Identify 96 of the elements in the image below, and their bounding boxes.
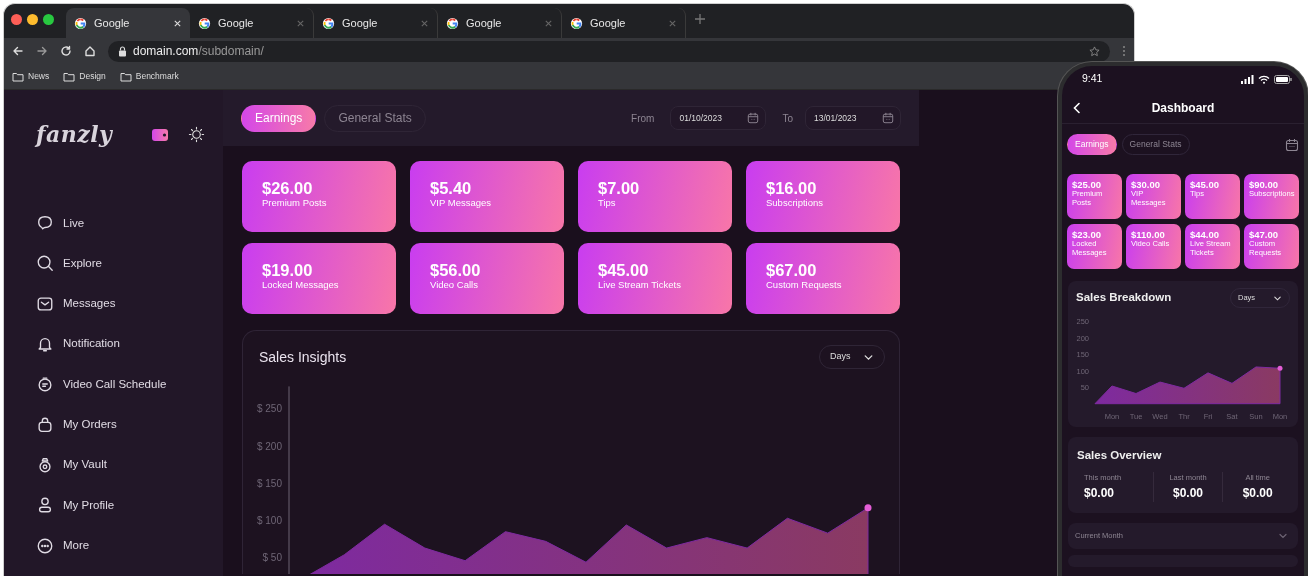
- screen-title: Dashboard: [1150, 99, 1216, 117]
- stat-value: $0.00: [1172, 484, 1204, 502]
- amount: $26.00: [262, 179, 314, 198]
- browser-tab[interactable]: Google: [66, 8, 190, 38]
- back-chevron-icon[interactable]: [1072, 101, 1082, 114]
- signal-icon: [1241, 74, 1254, 84]
- axis-label: $ 200: [256, 440, 282, 452]
- nav-link[interactable]: Live: [63, 214, 85, 232]
- card-label: Video Calls: [430, 279, 479, 292]
- plus-icon[interactable]: [694, 12, 706, 25]
- back-arrow-icon[interactable]: [12, 45, 24, 57]
- search-icon: [36, 254, 54, 273]
- colored-ring-icon: [74, 16, 87, 30]
- nav-link[interactable]: My Vault: [63, 456, 107, 474]
- wifi-icon: [1258, 74, 1270, 84]
- data-point: [1277, 365, 1283, 371]
- amount: $56.00: [430, 261, 482, 280]
- amount: $23.00: [1072, 229, 1103, 241]
- envelope-icon: [36, 294, 54, 313]
- bell-icon: [36, 335, 54, 354]
- axis-label: $ 100: [256, 515, 282, 526]
- card-label: Custom Requests: [766, 279, 843, 292]
- amount: $19.00: [262, 261, 314, 280]
- amount: $67.00: [766, 261, 818, 280]
- logo-text[interactable]: fanzly: [36, 117, 113, 151]
- colored-ring-icon: [322, 16, 335, 30]
- field-label: To: [782, 111, 793, 126]
- kebab-menu-icon[interactable]: [1122, 45, 1126, 57]
- bookmark-link[interactable]: Design: [79, 70, 106, 83]
- amount: $16.00: [766, 179, 818, 198]
- folder-icon: [119, 71, 132, 82]
- stat-value: $0.00: [1241, 484, 1274, 502]
- amount: $7.00: [598, 179, 641, 198]
- sun-icon[interactable]: [188, 126, 206, 144]
- minimize-button[interactable]: [27, 14, 38, 25]
- axis-label: $ 250: [256, 403, 282, 415]
- stat-value: $0.00: [1084, 484, 1116, 502]
- chat-bubble-icon: [36, 214, 54, 233]
- amount: $5.40: [430, 179, 473, 198]
- folder-icon: [12, 71, 24, 82]
- colored-ring-icon: [570, 16, 583, 30]
- axis-label: $ 150: [256, 477, 282, 489]
- calendar-icon: [747, 112, 760, 124]
- home-icon[interactable]: [84, 45, 96, 57]
- nav-link[interactable]: Notification: [63, 335, 120, 353]
- amount: $110.00: [1131, 229, 1166, 241]
- nav-link[interactable]: My Profile: [63, 496, 115, 514]
- axis-label: $ 50: [262, 552, 282, 564]
- nav-link[interactable]: My Orders: [63, 416, 117, 434]
- star-icon[interactable]: [1089, 46, 1100, 58]
- status-time: 9:41: [1082, 71, 1103, 87]
- card-label: Tips: [598, 197, 617, 210]
- card-title: Sales Insights: [259, 347, 347, 367]
- person-icon: [36, 496, 54, 515]
- nav-link[interactable]: Explore: [63, 254, 102, 273]
- date-field[interactable]: 13/01/2023: [805, 106, 901, 130]
- lock-icon: [118, 45, 127, 57]
- amount: $25.00: [1072, 179, 1103, 191]
- bookmark-link[interactable]: Benchmark: [135, 70, 179, 83]
- battery-icon: [1274, 74, 1292, 84]
- close-button[interactable]: [11, 14, 22, 25]
- date-field[interactable]: 01/10/2023: [670, 106, 767, 130]
- card-label: VIP Messages: [430, 197, 493, 210]
- amount: $30.00: [1131, 179, 1162, 191]
- calendar-icon[interactable]: [1285, 137, 1299, 152]
- maximize-button[interactable]: [43, 14, 54, 25]
- more-icon: [36, 536, 54, 555]
- card-label: Live Stream Tickets: [598, 279, 682, 292]
- chevron-icon: [1278, 531, 1288, 541]
- colored-ring-icon: [446, 16, 459, 30]
- folder-icon: [63, 71, 76, 82]
- vault-icon: [36, 455, 54, 474]
- amount: $44.00: [1190, 229, 1221, 241]
- bookmark-link[interactable]: News: [28, 70, 50, 83]
- calendar-icon: [882, 112, 894, 124]
- address-bar[interactable]: domain.com/subdomain/: [108, 40, 1110, 62]
- colored-ring-icon: [198, 16, 211, 30]
- card-label: Subscriptions: [766, 197, 825, 210]
- nav-link[interactable]: Video Call Schedule: [63, 375, 167, 393]
- amount: $90.00: [1249, 179, 1280, 191]
- card-title: Sales Breakdown: [1076, 290, 1172, 306]
- wallet-icon[interactable]: [152, 127, 170, 142]
- card-label: Locked Messages: [262, 279, 340, 292]
- nav-link[interactable]: Messages: [63, 295, 116, 313]
- reload-icon[interactable]: [60, 45, 72, 57]
- timer-icon: [36, 375, 54, 394]
- field-label: From: [631, 111, 655, 126]
- card-title: Sales Overview: [1076, 448, 1163, 463]
- bag-icon: [36, 415, 54, 434]
- amount: $47.00: [1249, 229, 1280, 241]
- data-point: [864, 504, 872, 512]
- forward-arrow-icon[interactable]: [36, 45, 48, 57]
- nav-link[interactable]: More: [63, 536, 90, 555]
- card-label: Premium Posts: [262, 197, 328, 210]
- amount: $45.00: [1190, 179, 1221, 191]
- amount: $45.00: [598, 261, 650, 280]
